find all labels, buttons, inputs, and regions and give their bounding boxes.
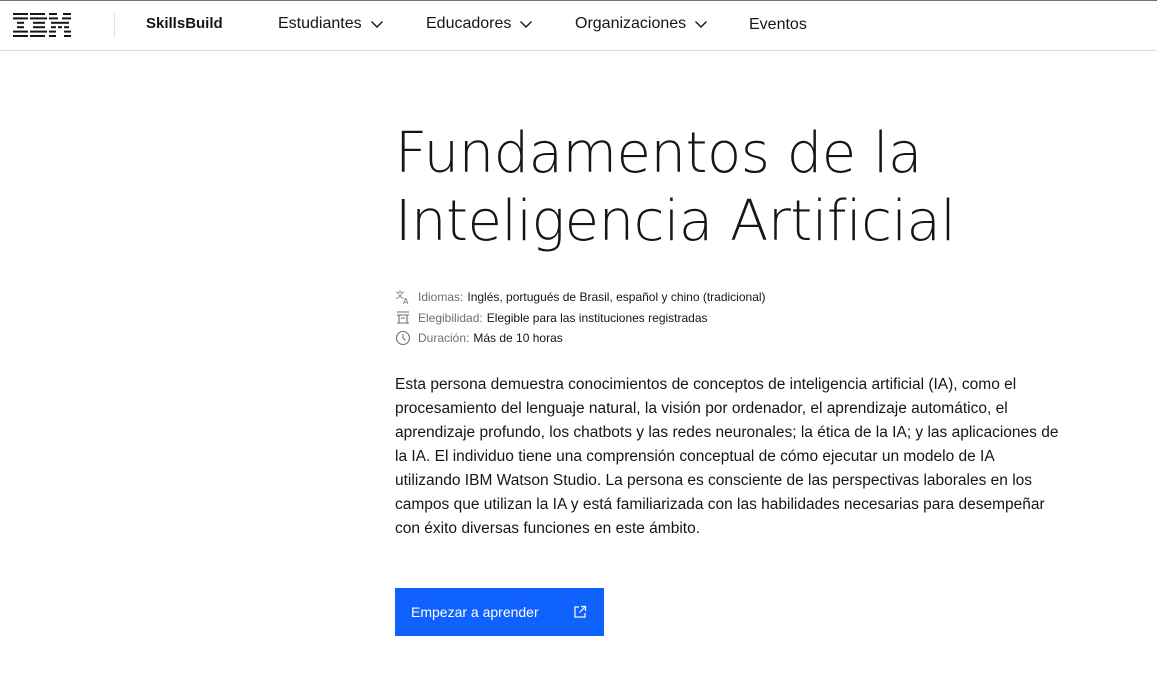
- meta-duration: Duración: Más de 10 horas: [395, 328, 766, 349]
- chevron-down-icon: [520, 21, 533, 28]
- clock-icon: [395, 330, 411, 346]
- nav-label: Eventos: [749, 16, 807, 33]
- external-link-icon: [574, 605, 587, 618]
- brand-skillsbuild[interactable]: SkillsBuild: [146, 15, 223, 32]
- nav-label: Educadores: [426, 15, 512, 32]
- meta-value: Elegible para las instituciones registra…: [486, 310, 708, 325]
- nav-organizaciones[interactable]: Organizaciones: [575, 15, 708, 33]
- nav-eventos[interactable]: Eventos: [749, 16, 807, 34]
- language-icon: 文 A: [395, 289, 411, 305]
- header-divider: [114, 13, 115, 38]
- chevron-down-icon: [695, 21, 708, 28]
- meta-value: Más de 10 horas: [473, 331, 563, 346]
- nav-label: Organizaciones: [575, 15, 687, 32]
- nav-label: Estudiantes: [278, 15, 362, 32]
- course-title-line2: Inteligencia Artificial: [395, 189, 956, 254]
- top-navigation: SkillsBuild Estudiantes Educadores Organ…: [0, 0, 1157, 51]
- meta-value: Inglés, portugués de Brasil, español y c…: [467, 290, 766, 305]
- meta-eligibility: Elegibilidad: Elegible para las instituc…: [395, 308, 766, 329]
- course-title: Fundamentos de la Inteligencia Artificia…: [395, 120, 1095, 256]
- meta-label: Idiomas:: [418, 290, 464, 305]
- ibm-logo[interactable]: [13, 12, 71, 38]
- ibm-logo-icon: [13, 13, 71, 37]
- chevron-down-icon: [370, 21, 383, 28]
- start-learning-label: Empezar a aprender: [411, 604, 539, 620]
- eligibility-icon: [395, 310, 411, 326]
- meta-label: Duración:: [418, 331, 470, 346]
- course-meta: 文 A Idiomas: Inglés, portugués de Brasil…: [395, 287, 766, 349]
- meta-languages: 文 A Idiomas: Inglés, portugués de Brasil…: [395, 287, 766, 308]
- course-title-line1: Fundamentos de la: [395, 121, 922, 186]
- meta-label: Elegibilidad:: [418, 310, 483, 325]
- nav-estudiantes[interactable]: Estudiantes: [278, 15, 384, 33]
- svg-text:A: A: [403, 297, 409, 305]
- course-description: Esta persona demuestra conocimientos de …: [395, 376, 1059, 537]
- nav-educadores[interactable]: Educadores: [426, 15, 533, 33]
- start-learning-button[interactable]: Empezar a aprender: [395, 588, 604, 636]
- top-border: [0, 0, 1157, 1]
